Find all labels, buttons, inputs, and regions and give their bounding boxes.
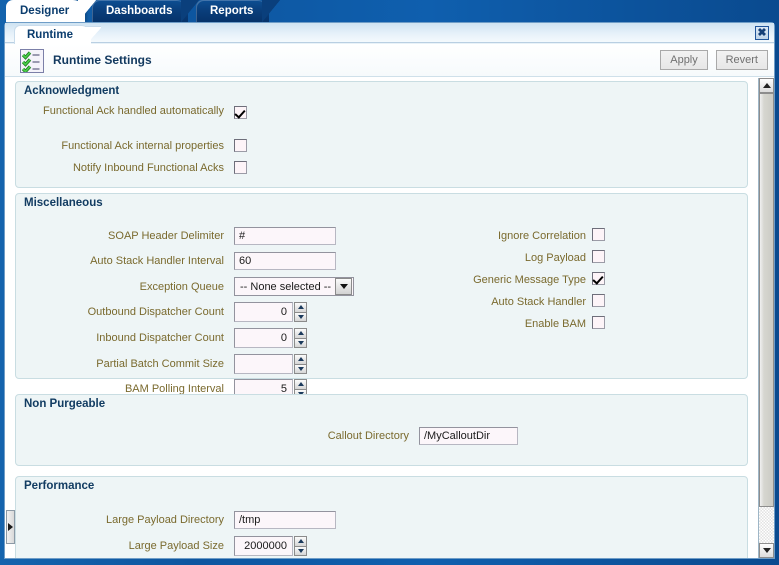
select-exception-queue[interactable]: -- None selected -- — [234, 277, 354, 296]
spinner-up-icon[interactable] — [294, 302, 307, 312]
label-auto-stack-handler-interval: Auto Stack Handler Interval — [90, 255, 224, 267]
label-log-payload: Log Payload — [524, 252, 586, 264]
select-exception-queue-value: -- None selected -- — [240, 280, 332, 293]
checkbox-notify-inbound-functional-acks[interactable] — [234, 161, 247, 174]
chevron-down-icon[interactable] — [335, 278, 352, 295]
application-window: Designer Dashboards Reports Runtime ✖ Ru… — [0, 0, 779, 565]
tab-runtime-label: Runtime — [27, 29, 73, 41]
section-body: SOAP Header Delimiter # Auto Stack Handl… — [16, 213, 747, 399]
spinner-outbound-dispatcher-count[interactable]: 0 — [234, 302, 307, 322]
label-generic-message-type: Generic Message Type — [473, 274, 586, 286]
tab-dashboards[interactable]: Dashboards — [92, 0, 200, 22]
spinner-large-payload-size[interactable]: 2000000 — [234, 536, 307, 556]
revert-button[interactable]: Revert — [715, 50, 768, 70]
tab-reports-label: Reports — [210, 5, 254, 17]
tab-skew — [78, 0, 97, 22]
section-miscellaneous: Miscellaneous SOAP Header Delimiter # Au… — [15, 193, 748, 399]
checkbox-generic-message-type[interactable] — [592, 272, 605, 285]
section-body: Callout Directory /MyCalloutDir — [16, 414, 747, 465]
spinner-buttons[interactable] — [294, 354, 307, 374]
triangle-up-icon — [762, 83, 771, 88]
checklist-icon — [20, 49, 44, 73]
close-icon[interactable]: ✖ — [755, 26, 769, 40]
label-outbound-dispatcher-count: Outbound Dispatcher Count — [87, 306, 224, 318]
checkbox-ignore-correlation[interactable] — [592, 228, 605, 241]
label-auto-stack-handler: Auto Stack Handler — [491, 296, 586, 308]
section-title: Performance — [24, 480, 95, 492]
label-functional-ack-internal-properties: Functional Ack internal properties — [61, 140, 224, 152]
chevron-right-icon — [8, 523, 13, 531]
section-body: Large Payload Directory /tmp Large Paylo… — [16, 496, 747, 558]
triangle-down-icon — [762, 548, 771, 553]
checkbox-enable-bam[interactable] — [592, 316, 605, 329]
settings-form: Acknowledgment Functional Ack handled au… — [5, 78, 758, 558]
spinner-partial-batch-commit-size[interactable] — [234, 354, 307, 374]
scroll-up-button[interactable] — [759, 78, 774, 93]
spinner-down-icon[interactable] — [294, 311, 307, 322]
section-title: Non Purgeable — [24, 398, 106, 410]
label-callout-directory: Callout Directory — [327, 430, 409, 442]
expand-panel-handle[interactable] — [6, 510, 15, 544]
section-body: Functional Ack handled automatically Fun… — [16, 101, 747, 187]
scrollbar-thumb[interactable] — [759, 93, 774, 507]
input-large-payload-directory[interactable]: /tmp — [234, 511, 336, 529]
spinner-down-icon[interactable] — [294, 363, 307, 374]
input-auto-stack-handler-interval[interactable]: 60 — [234, 252, 336, 270]
apply-button[interactable]: Apply — [660, 50, 708, 70]
label-inbound-dispatcher-count: Inbound Dispatcher Count — [96, 332, 224, 344]
close-glyph: ✖ — [757, 26, 767, 39]
page-header: Runtime Settings Apply Revert — [5, 44, 774, 77]
tab-runtime[interactable]: Runtime — [14, 25, 101, 45]
checkbox-functional-ack-handled-automatically[interactable] — [234, 106, 247, 119]
label-notify-inbound-functional-acks: Notify Inbound Functional Acks — [72, 162, 224, 174]
spinner-down-icon[interactable] — [294, 545, 307, 556]
spinner-down-icon[interactable] — [294, 337, 307, 348]
label-functional-ack-handled-automatically: Functional Ack handled automatically — [43, 105, 224, 117]
spinner-partial-batch-commit-size-value[interactable] — [234, 354, 293, 374]
spinner-up-icon[interactable] — [294, 354, 307, 364]
content-panel: Runtime ✖ Runtime Settings Apply Revert … — [4, 22, 775, 559]
spinner-buttons[interactable] — [294, 328, 307, 348]
spinner-buttons[interactable] — [294, 302, 307, 322]
scroll-down-button[interactable] — [759, 543, 774, 558]
secondary-tab-bar: Runtime ✖ — [5, 23, 774, 45]
tab-dashboards-label: Dashboards — [106, 5, 173, 17]
tab-designer-label: Designer — [20, 5, 70, 17]
settings-scroll-region: Acknowledgment Functional Ack handled au… — [5, 78, 774, 558]
label-large-payload-size: Large Payload Size — [128, 540, 224, 552]
tab-reports[interactable]: Reports — [196, 0, 281, 22]
tab-skew — [262, 0, 281, 22]
spinner-up-icon[interactable] — [294, 379, 307, 389]
primary-tab-bar: Designer Dashboards Reports — [0, 0, 779, 22]
tab-skew — [85, 26, 101, 45]
label-soap-header-delimiter: SOAP Header Delimiter — [108, 230, 224, 242]
section-title: Acknowledgment — [24, 85, 120, 97]
spinner-inbound-dispatcher-count[interactable]: 0 — [234, 328, 307, 348]
spinner-up-icon[interactable] — [294, 328, 307, 338]
checkbox-auto-stack-handler[interactable] — [592, 294, 605, 307]
label-large-payload-directory: Large Payload Directory — [105, 514, 224, 526]
section-title: Miscellaneous — [24, 197, 103, 209]
settings-content: Runtime Settings Apply Revert Acknowledg… — [5, 44, 774, 558]
label-ignore-correlation: Ignore Correlation — [497, 230, 586, 242]
spinner-inbound-dispatcher-count-value[interactable]: 0 — [234, 328, 293, 348]
input-soap-header-delimiter[interactable]: # — [234, 227, 336, 245]
input-callout-directory[interactable]: /MyCalloutDir — [419, 427, 518, 445]
spinner-up-icon[interactable] — [294, 536, 307, 546]
vertical-scrollbar[interactable] — [758, 78, 774, 558]
checkbox-log-payload[interactable] — [592, 250, 605, 263]
spinner-large-payload-size-value[interactable]: 2000000 — [234, 536, 293, 556]
tab-designer[interactable]: Designer — [6, 0, 97, 22]
spinner-outbound-dispatcher-count-value[interactable]: 0 — [234, 302, 293, 322]
section-acknowledgment: Acknowledgment Functional Ack handled au… — [15, 81, 748, 188]
page-title: Runtime Settings — [53, 53, 152, 67]
scrollbar-track[interactable] — [759, 93, 774, 543]
section-non-purgeable: Non Purgeable Callout Directory /MyCallo… — [15, 394, 748, 466]
section-performance: Performance Large Payload Directory /tmp… — [15, 476, 748, 558]
label-enable-bam: Enable BAM — [524, 318, 586, 330]
label-partial-batch-commit-size: Partial Batch Commit Size — [96, 358, 224, 370]
checkbox-functional-ack-internal-properties[interactable] — [234, 139, 247, 152]
spinner-buttons[interactable] — [294, 536, 307, 556]
label-exception-queue: Exception Queue — [139, 281, 224, 293]
